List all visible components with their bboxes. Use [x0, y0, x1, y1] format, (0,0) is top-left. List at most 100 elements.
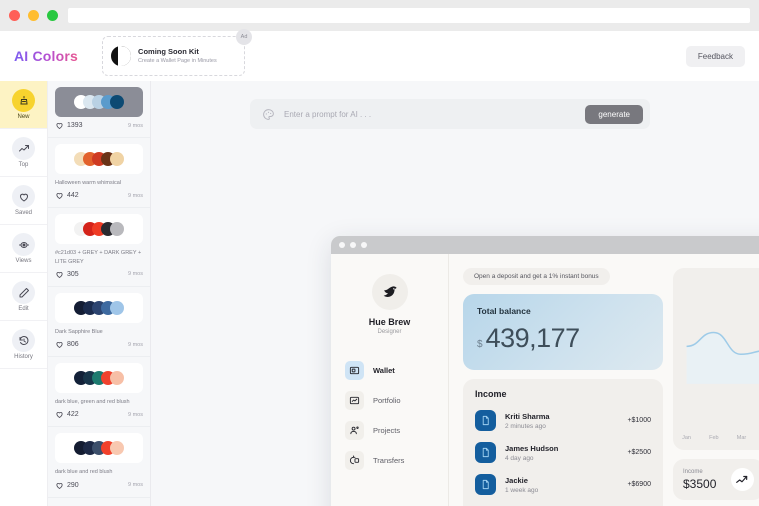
sidebar-item-views-label: Views [15, 258, 32, 264]
preview-window-dot [350, 242, 356, 248]
window-controls [9, 10, 58, 21]
chart-month-axis[interactable]: JanFebMarAprMayJunJul [673, 433, 759, 443]
sidebar-item-new[interactable]: New [0, 81, 47, 129]
ad-badge: Ad [236, 29, 253, 45]
palette-card[interactable]: #c21d03 + GREY + DARK GREY + LITE GREY 3… [48, 208, 150, 287]
wallet-icon [345, 361, 364, 380]
heart-icon [12, 185, 35, 208]
document-icon [475, 442, 496, 463]
preview-menu-item-portfolio-label: Portfolio [373, 396, 401, 405]
preview-menu-item-transfers-label: Transfers [373, 456, 405, 465]
new-badge-icon [12, 89, 35, 112]
chart-month-label[interactable]: Feb [704, 433, 723, 443]
maximize-window-button[interactable] [47, 10, 58, 21]
ad-card[interactable]: Coming Soon Kit Create a Wallet Page in … [102, 29, 253, 76]
ad-subtitle: Create a Wallet Page in Minutes [138, 58, 217, 65]
income-row[interactable]: Kriti Sharma 2 minutes ago +$1000 [475, 410, 651, 431]
ad-title: Coming Soon Kit [138, 46, 199, 56]
preview-window-dot [361, 242, 367, 248]
sidebar-item-history-label: History [14, 354, 33, 360]
user-gear-icon [345, 421, 364, 440]
balance-amount: 439,177 [485, 323, 581, 353]
sidebar-item-edit-label: Edit [18, 306, 29, 312]
palette-swatch [110, 300, 124, 315]
palette-card[interactable]: dark blue, green and red blush 422 9 mos [48, 357, 150, 428]
close-window-button[interactable] [9, 10, 20, 21]
palette-swatches [55, 144, 143, 174]
document-icon [475, 410, 496, 431]
total-balance-label: Total balance [477, 306, 531, 316]
palette-list[interactable]: 1393 9 mos Halloween warm whimsical 442 … [48, 81, 151, 506]
chart-box-icon [345, 391, 364, 410]
preview-menu-item-portfolio[interactable]: Portfolio [345, 391, 434, 410]
palette-card[interactable]: Dark Sapphire Blue 806 9 mos [48, 287, 150, 357]
preview-menu-item-wallet-label: Wallet [373, 366, 395, 375]
preview-menu-item-wallet[interactable]: Wallet [345, 361, 434, 380]
preview-sidebar: Hue Brew Designer Wallet Portfolio Proje… [331, 254, 449, 506]
income-row-time: 1 week ago [505, 486, 539, 494]
eye-icon [12, 233, 35, 256]
palette-swatches [55, 214, 143, 245]
stats-row: Income $3500 [673, 459, 759, 500]
palette-swatch [110, 371, 124, 385]
preview-menu-item-transfers[interactable]: Transfers [345, 451, 434, 470]
palette-like-count[interactable]: 422 [55, 410, 79, 419]
income-row-amount: +$2500 [627, 449, 651, 456]
chart-month-label[interactable]: Mar [732, 433, 751, 443]
palette-card[interactable]: dark blue and red blush 290 9 mos [48, 427, 150, 498]
feedback-button[interactable]: Feedback [685, 45, 745, 67]
preview-user-role: Designer [377, 329, 402, 335]
sidebar-item-edit[interactable]: Edit [0, 273, 47, 321]
sidebar-item-views[interactable]: Views [0, 225, 47, 273]
app-logo[interactable]: AI Colors [14, 48, 78, 64]
preview-menu-item-projects[interactable]: Projects [345, 421, 434, 440]
palette-like-count[interactable]: 442 [55, 191, 79, 200]
income-row[interactable]: James Hudson 4 day ago +$2500 [475, 442, 651, 463]
income-row[interactable]: Jackie 1 week ago +$6900 [475, 474, 651, 495]
palette-swatch [110, 95, 124, 109]
dashboard-preview: Hue Brew Designer Wallet Portfolio Proje… [331, 236, 759, 506]
palette-age: 9 mos [128, 122, 143, 129]
palette-like-count[interactable]: 290 [55, 481, 79, 490]
palette-swatches [55, 363, 143, 393]
income-row-time: 2 minutes ago [505, 422, 546, 430]
palette-swatch [110, 222, 124, 237]
palette-like-count[interactable]: 1393 [55, 121, 83, 130]
balance-chart[interactable]: JanFebMarAprMayJunJul [673, 268, 759, 450]
chart-svg [686, 331, 759, 384]
income-row-name: Kriti Sharma [505, 411, 550, 421]
palette-age: 9 mos [128, 482, 143, 488]
palette-name: dark blue and red blush [55, 469, 113, 476]
palette-card[interactable]: 1393 9 mos [48, 81, 150, 138]
preview-menu-item-projects-label: Projects [373, 426, 401, 435]
preview-titlebar [331, 236, 759, 254]
moon-crescent-icon [111, 46, 132, 66]
sidebar-item-saved[interactable]: Saved [0, 177, 47, 225]
trend-up-icon [730, 468, 754, 491]
url-bar[interactable] [68, 8, 750, 23]
avatar [371, 274, 408, 310]
palette-age: 9 mos [128, 271, 143, 278]
palette-like-count[interactable]: 305 [55, 270, 79, 279]
income-row-amount: +$1000 [627, 417, 651, 424]
sidebar-rail: New Top Saved Views Edit History [0, 81, 48, 506]
sidebar-item-top-label: Top [18, 162, 29, 168]
preview-main: Open a deposit and get a 1% instant bonu… [449, 254, 759, 506]
income-card: Income Kriti Sharma 2 minutes ago +$1000… [463, 379, 663, 506]
palette-like-count[interactable]: 806 [55, 340, 79, 349]
chart-month-label[interactable]: Jan [677, 433, 696, 443]
prompt-input[interactable] [275, 109, 586, 119]
income-row-time: 4 day ago [505, 454, 534, 462]
minimize-window-button[interactable] [28, 10, 39, 21]
generate-button[interactable]: generate [585, 104, 643, 124]
income-rows: Kriti Sharma 2 minutes ago +$1000 James … [475, 410, 651, 495]
preview-user-name: Hue Brew [368, 317, 411, 327]
sidebar-item-history[interactable]: History [0, 321, 47, 369]
palette-age: 9 mos [128, 341, 143, 348]
palette-name: #c21d03 + GREY + DARK GREY + LITE GREY [55, 250, 142, 265]
stat-card-income: Income $3500 [673, 459, 759, 500]
income-row-name: Jackie [505, 475, 528, 485]
palette-card[interactable]: Halloween warm whimsical 442 9 mos [48, 138, 150, 209]
sidebar-item-top[interactable]: Top [0, 129, 47, 177]
preview-menu: Wallet Portfolio Projects Transfers [331, 361, 448, 470]
